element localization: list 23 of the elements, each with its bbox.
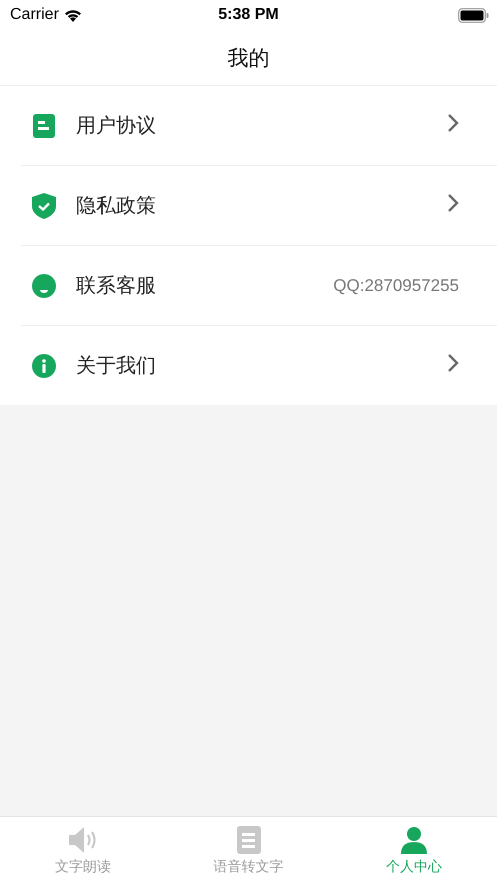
menu-item[interactable]: 隐私政策 xyxy=(21,166,497,246)
info-icon xyxy=(32,354,56,378)
clock-time: 5:38 PM xyxy=(218,6,279,23)
menu-label: 关于我们 xyxy=(76,354,156,379)
chevron-right-icon xyxy=(447,193,459,213)
carrier-name: Carrier xyxy=(10,6,59,24)
smiley-icon xyxy=(32,274,56,298)
contact-value: QQ:2870957255 xyxy=(333,276,459,296)
menu-item[interactable]: 用户协议 xyxy=(21,86,497,166)
document-icon xyxy=(236,826,260,854)
chevron-right-icon xyxy=(447,113,459,133)
menu-item[interactable]: 联系客服 QQ:2870957255 xyxy=(21,246,497,326)
wifi-icon xyxy=(64,8,82,22)
menu-item[interactable]: 关于我们 xyxy=(21,326,497,405)
menu-label: 隐私政策 xyxy=(76,194,156,219)
chevron-right-icon xyxy=(447,353,459,373)
person-icon xyxy=(401,826,428,854)
shield-check-icon xyxy=(32,192,56,218)
document-icon xyxy=(33,114,55,138)
battery-icon xyxy=(458,8,489,22)
page-title: 我的 xyxy=(228,46,270,72)
menu-label: 用户协议 xyxy=(76,114,156,139)
menu-label: 联系客服 xyxy=(76,274,156,299)
